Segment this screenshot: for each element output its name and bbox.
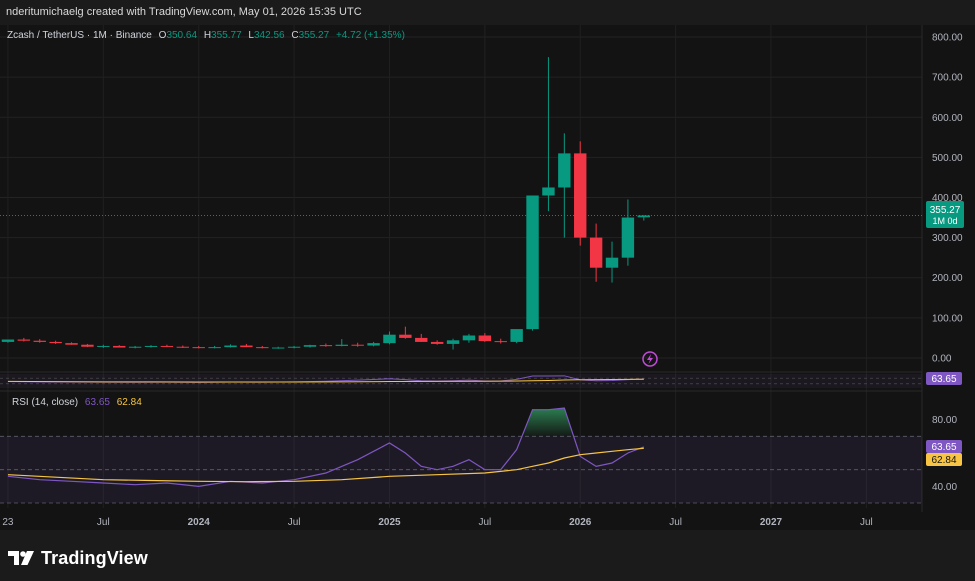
chart-credit-line: nderitumichaelg created with TradingView…	[6, 6, 362, 18]
candle-body	[446, 340, 460, 344]
candle-body	[303, 345, 317, 347]
price-tick-label: 0.00	[932, 353, 952, 364]
candle-body	[415, 337, 428, 342]
lightning-icon[interactable]	[642, 351, 658, 367]
candle-body	[176, 346, 190, 348]
close-label: C	[291, 30, 298, 41]
tradingview-wordmark: TradingView	[41, 547, 148, 568]
candle-body	[605, 257, 619, 268]
rsi-ma-badge-text: 62.84	[931, 455, 956, 466]
symbol-title[interactable]: Zcash / TetherUS · 1M · Binance	[7, 30, 152, 41]
time-tick-label: 23	[2, 517, 14, 528]
high-value: 355.77	[211, 30, 242, 41]
candle-body	[399, 334, 412, 338]
candle-body	[367, 343, 380, 346]
candle-body	[383, 334, 396, 344]
rsi-tick-label: 40.00	[932, 482, 957, 493]
candle-body	[510, 329, 523, 342]
price-tick-label: 800.00	[932, 33, 963, 44]
candle-body	[97, 345, 110, 347]
time-tick-label: 2024	[188, 517, 211, 528]
rsi-badge-text: 63.65	[931, 442, 956, 453]
last-price-badge: 355.27 1M 0d	[926, 201, 964, 228]
candle-body	[65, 343, 78, 345]
candle-body	[287, 346, 301, 348]
candle-body	[335, 344, 348, 346]
chart-panel[interactable]: 800.00 700.00 600.00 500.00 400.00 300.00 200.…	[0, 25, 975, 530]
svg-text:Zcash / TetherUS · 1M · Binanc: Zcash / TetherUS · 1M · Binance O350.64 …	[7, 30, 405, 41]
candle-body	[351, 344, 364, 346]
candle-body	[589, 237, 603, 268]
candle-body	[256, 347, 269, 349]
time-tick-label: 2025	[378, 517, 401, 528]
price-axis: 800.00700.00600.00500.00400.00300.00200.…	[932, 33, 963, 493]
time-tick-label: Jul	[669, 517, 682, 528]
candle-body	[478, 335, 492, 342]
candle-body	[542, 187, 555, 196]
mini-rsi-badge-text: 63.65	[931, 374, 956, 385]
candle-body	[33, 340, 46, 342]
rsi-ma-legend-value: 62.84	[117, 397, 142, 408]
rsi-tick-label: 80.00	[932, 415, 957, 426]
candle-body	[526, 195, 539, 330]
candle-body	[240, 345, 253, 348]
candle-body	[128, 346, 142, 348]
change-value: +4.72 (+1.35%)	[336, 30, 405, 41]
rsi-pane	[0, 407, 922, 504]
open-value: 350.64	[166, 30, 197, 41]
time-tick-label: Jul	[478, 517, 491, 528]
candle-body	[17, 339, 31, 341]
candle-body	[621, 217, 635, 258]
candle-body	[462, 335, 476, 341]
candle-body	[113, 345, 126, 348]
time-tick-label: 2026	[569, 517, 592, 528]
tradingview-logo-icon	[8, 551, 34, 565]
candle-body	[160, 345, 174, 347]
tradingview-footer[interactable]: TradingView	[8, 544, 148, 572]
time-tick-label: Jul	[288, 517, 301, 528]
candle-body	[430, 341, 444, 344]
svg-text:RSI (14, close) 63.65: RSI (14, close) 63.65 62.84	[12, 397, 142, 408]
candle-body	[574, 153, 587, 238]
price-tick-label: 100.00	[932, 313, 963, 324]
bar-countdown-text: 1M 0d	[932, 216, 957, 226]
candle-body	[208, 347, 221, 349]
candle-body	[224, 345, 237, 348]
mini-rsi-overlay	[0, 374, 922, 388]
last-price-text: 355.27	[930, 205, 961, 216]
time-tick-label: Jul	[860, 517, 873, 528]
rsi-background-band	[0, 436, 922, 503]
candle-body	[637, 215, 651, 218]
candle-body	[192, 347, 205, 349]
candle-body	[494, 341, 507, 343]
rsi-indicator-label[interactable]: RSI (14, close)	[12, 397, 78, 408]
close-value: 355.27	[299, 30, 330, 41]
low-value: 342.56	[254, 30, 285, 41]
rsi-ma-badge: 62.84	[926, 453, 962, 466]
candle-body	[271, 347, 285, 349]
price-tick-label: 300.00	[932, 233, 963, 244]
chart-canvas[interactable]: 800.00700.00600.00500.00400.00300.00200.…	[0, 25, 975, 530]
time-axis: 23 Jul 2024 Jul 2025 Jul 2026 Jul 2027 Jul	[2, 517, 872, 528]
rsi-legend-value: 63.65	[85, 397, 110, 408]
candle-body	[144, 345, 158, 347]
mini-rsi-badge: 63.65	[926, 372, 962, 385]
price-tick-label: 200.00	[932, 273, 963, 284]
candle-body	[319, 345, 333, 347]
candle-body	[558, 153, 571, 188]
time-tick-label: 2027	[760, 517, 783, 528]
high-label: H	[204, 30, 211, 41]
candle-body	[81, 344, 94, 347]
rsi-value-badge: 63.65	[926, 440, 962, 453]
candle-body	[1, 339, 15, 342]
time-tick-label: Jul	[97, 517, 110, 528]
price-tick-label: 600.00	[932, 113, 963, 124]
price-tick-label: 700.00	[932, 73, 963, 84]
candle-body	[49, 341, 62, 344]
candlestick-series	[1, 57, 651, 350]
price-tick-label: 500.00	[932, 153, 963, 164]
